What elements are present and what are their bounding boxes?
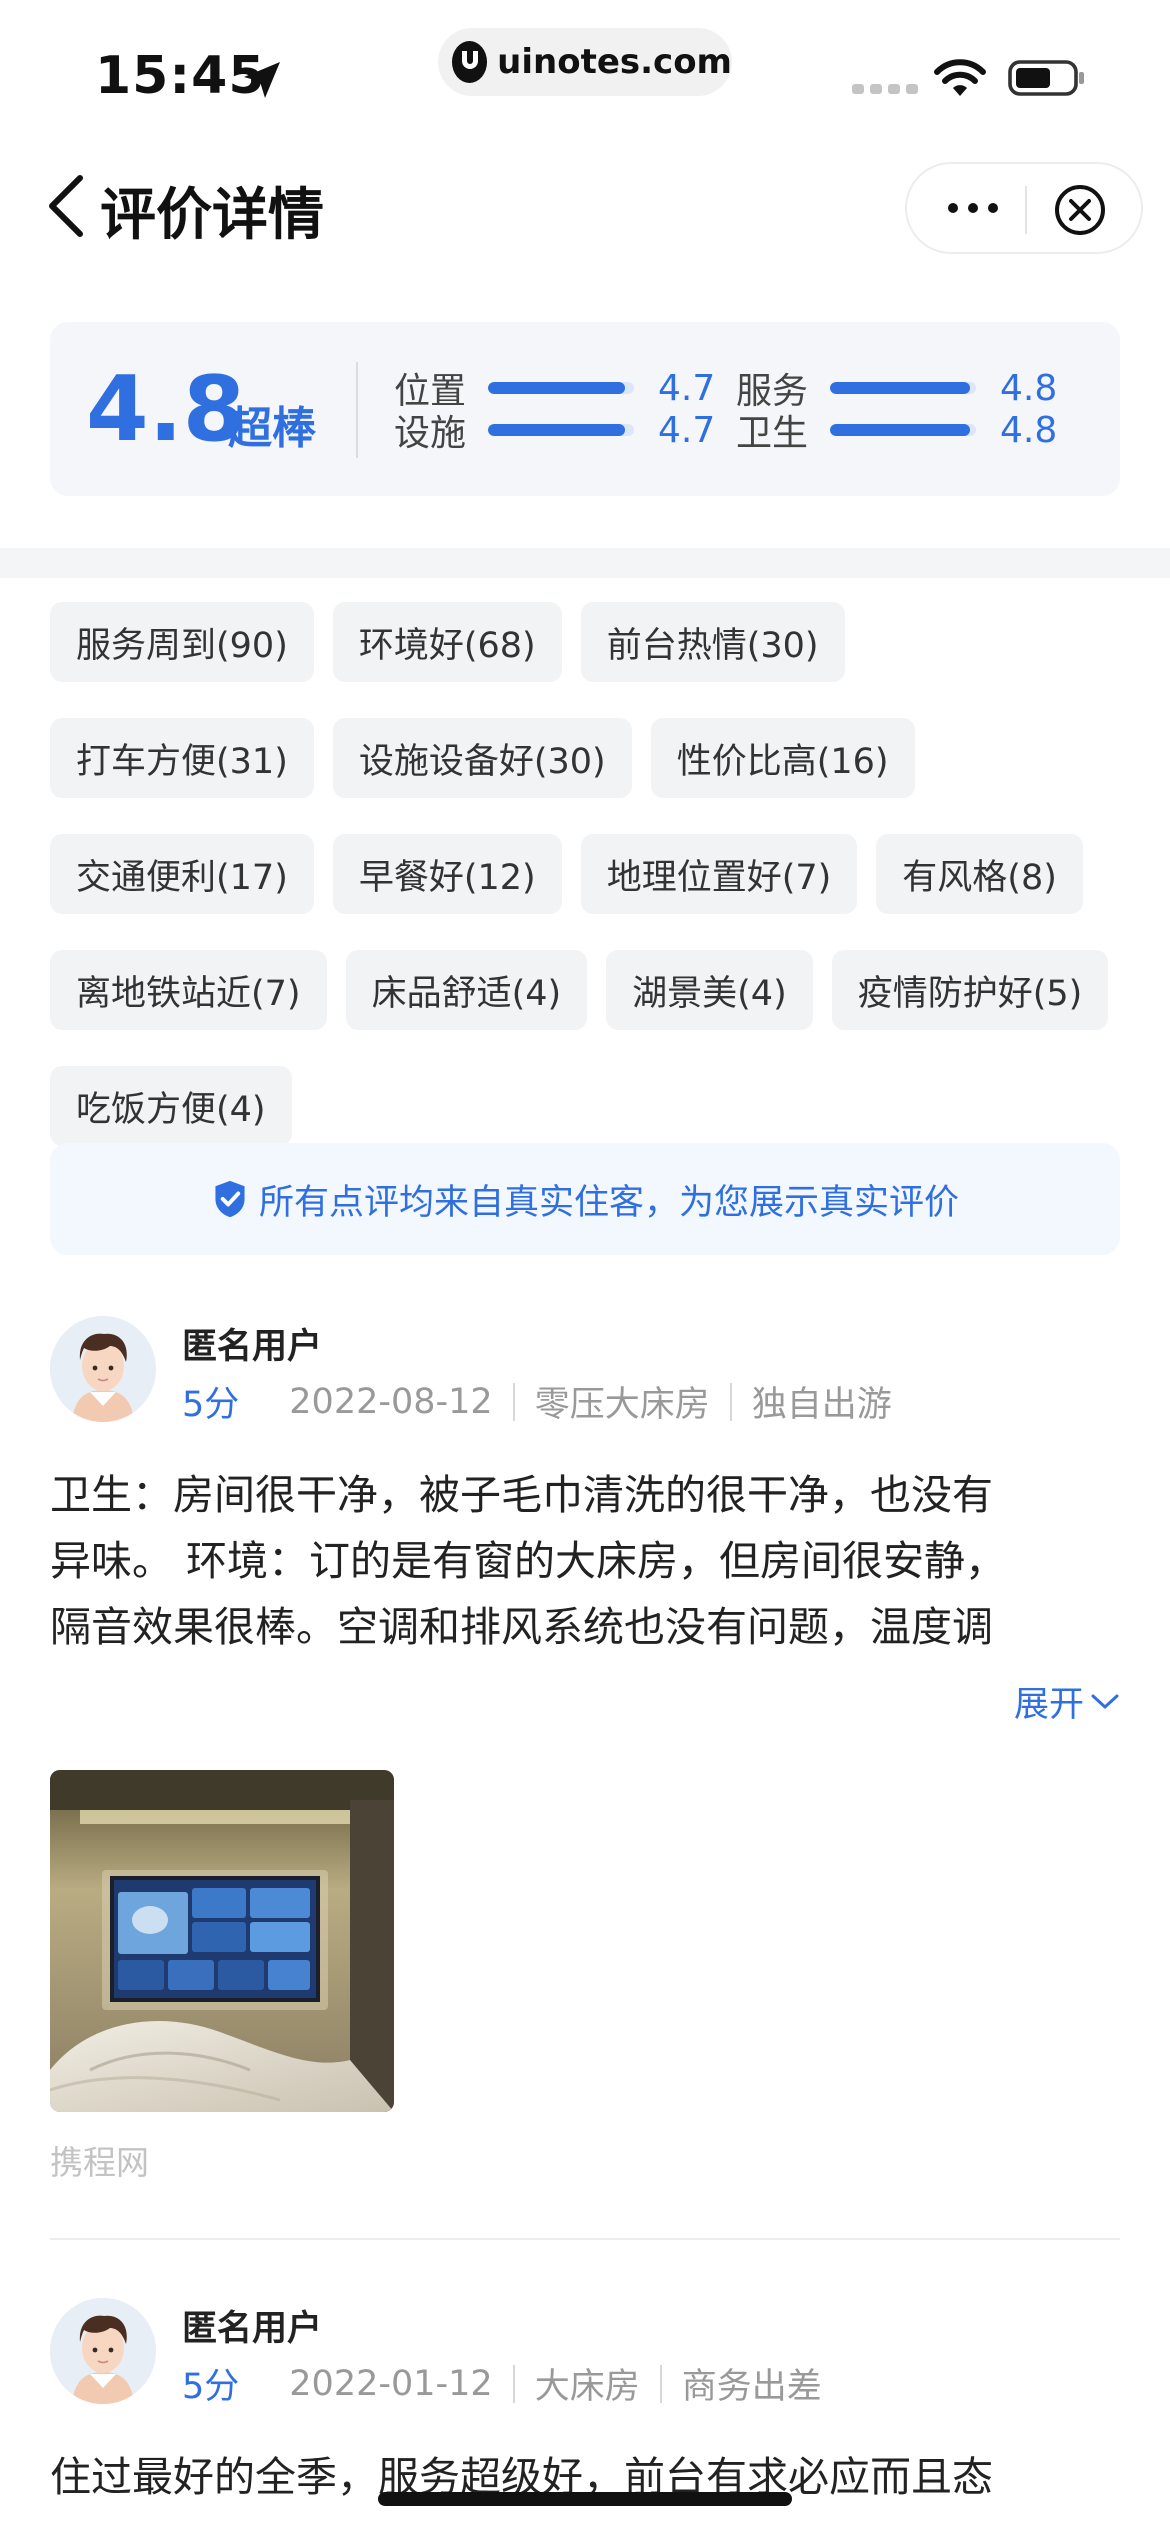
review-tag[interactable]: 湖景美(4) xyxy=(606,950,813,1030)
review-text-line: 异味。 环境：订的是有窗的大床房，但房间很安静， xyxy=(50,1537,1007,1585)
avatar[interactable] xyxy=(50,2298,156,2404)
avatar[interactable] xyxy=(50,1316,156,1422)
rating-summary-card: 4.8 超棒 位置 4.7 服务 4.8 设施 4.7 卫生 4.8 xyxy=(50,322,1120,496)
review-meta: 5分 2022-08-12 零压大床房 独自出游 xyxy=(182,1376,892,1427)
review-text-line: 隔音效果很棒。空调和排风系统也没有问题，温度调 xyxy=(50,1603,993,1651)
overall-score: 4.8 xyxy=(86,357,246,462)
subscore-location: 位置 4.7 xyxy=(394,367,716,413)
more-icon[interactable] xyxy=(943,192,1003,224)
subscore-value: 4.7 xyxy=(658,367,716,409)
review-date: 2022-08-12 xyxy=(289,1381,493,1422)
subscore-hygiene: 卫生 4.8 xyxy=(736,409,1058,455)
rating-divider xyxy=(356,362,358,458)
site-logo-icon xyxy=(452,41,488,83)
room-type: 零压大床房 xyxy=(534,1385,710,1425)
subscore-bar xyxy=(488,382,634,394)
review-tag[interactable]: 服务周到(90) xyxy=(50,602,314,682)
review-tag-list: 服务周到(90) 环境好(68) 前台热情(30) 打车方便(31) 设施设备好… xyxy=(50,602,1130,1146)
mini-program-capsule xyxy=(905,162,1143,254)
authentic-review-notice: 所有点评均来自真实住客，为您展示真实评价 xyxy=(50,1143,1120,1255)
review-photo[interactable] xyxy=(50,1770,394,2112)
review-date: 2022-01-12 xyxy=(289,2363,493,2404)
battery-icon xyxy=(1008,60,1084,96)
meta-divider xyxy=(512,1382,515,1421)
reviewer-name: 匿名用户 xyxy=(182,2309,323,2349)
review-tag[interactable]: 交通便利(17) xyxy=(50,834,314,914)
subscore-value: 4.7 xyxy=(658,409,716,451)
close-circle-icon[interactable] xyxy=(1052,182,1108,238)
reviewer-name: 匿名用户 xyxy=(182,1327,323,1367)
review-tag[interactable]: 设施设备好(30) xyxy=(332,718,632,798)
review-card: 匿名用户 5分 2022-08-12 零压大床房 独自出游 卫生：房间很干净，被… xyxy=(50,1316,1120,2196)
avatar-illustration-icon xyxy=(50,1316,156,1422)
avatar-illustration-icon xyxy=(50,2298,156,2404)
home-indicator[interactable] xyxy=(378,2492,792,2506)
location-arrow-icon xyxy=(244,62,280,98)
subscore-label: 设施 xyxy=(394,413,467,454)
subscore-facilities: 设施 4.7 xyxy=(394,409,716,455)
subscore-label: 卫生 xyxy=(736,413,809,454)
review-divider xyxy=(50,2238,1120,2240)
review-tag[interactable]: 性价比高(16) xyxy=(650,718,915,798)
review-tag[interactable]: 有风格(8) xyxy=(876,834,1083,914)
subscore-bar xyxy=(830,382,976,394)
subscore-service: 服务 4.8 xyxy=(736,367,1058,413)
wifi-icon xyxy=(934,59,986,96)
review-tag[interactable]: 早餐好(12) xyxy=(332,834,562,914)
trip-type: 商务出差 xyxy=(681,2367,822,2407)
subscore-value: 4.8 xyxy=(1000,409,1058,451)
hotel-room-photo xyxy=(50,1770,394,2112)
url-text: uinotes.com xyxy=(497,42,732,82)
review-tag[interactable]: 床品舒适(4) xyxy=(345,950,588,1030)
review-tag[interactable]: 吃饭方便(4) xyxy=(50,1066,292,1146)
shield-check-icon xyxy=(215,1180,245,1218)
review-source: 携程网 xyxy=(50,2143,149,2182)
status-bar: 15:45 uinotes.com xyxy=(0,0,1170,140)
review-tag[interactable]: 离地铁站近(7) xyxy=(50,950,327,1030)
page-title: 评价详情 xyxy=(100,183,324,248)
signal-icon xyxy=(852,84,918,94)
subscore-bar xyxy=(830,424,976,436)
subscore-bar xyxy=(488,424,634,436)
review-tag[interactable]: 前台热情(30) xyxy=(580,602,845,682)
meta-divider xyxy=(729,1382,732,1421)
review-tag[interactable]: 打车方便(31) xyxy=(50,718,314,798)
expand-button[interactable]: 展开 xyxy=(1014,1676,1120,1727)
review-text: 卫生：房间很干净，被子毛巾清洗的很干净，也没有 异味。 环境：订的是有窗的大床房… xyxy=(50,1462,1120,1660)
chevron-left-icon[interactable] xyxy=(44,174,88,238)
review-tag[interactable]: 疫情防护好(5) xyxy=(831,950,1109,1030)
review-score: 5分 xyxy=(182,1385,240,1425)
notice-text: 所有点评均来自真实住客，为您展示真实评价 xyxy=(258,1182,959,1223)
meta-divider xyxy=(659,2364,662,2403)
review-meta: 5分 2022-01-12 大床房 商务出差 xyxy=(182,2358,822,2409)
score-label: 超棒 xyxy=(228,403,316,454)
subscore-value: 4.8 xyxy=(1000,367,1058,409)
capsule-divider xyxy=(1025,186,1027,234)
review-text-line: 卫生：房间很干净，被子毛巾清洗的很干净，也没有 xyxy=(50,1471,993,1519)
review-tag[interactable]: 地理位置好(7) xyxy=(580,834,858,914)
review-tag[interactable]: 环境好(68) xyxy=(332,602,562,682)
trip-type: 独自出游 xyxy=(751,1385,892,1425)
section-separator xyxy=(0,548,1170,578)
expand-label: 展开 xyxy=(1013,1685,1084,1725)
url-pill[interactable]: uinotes.com xyxy=(438,28,732,96)
meta-divider xyxy=(512,2364,515,2403)
review-score: 5分 xyxy=(182,2367,240,2407)
chevron-down-icon xyxy=(1091,1694,1119,1708)
room-type: 大床房 xyxy=(534,2367,640,2407)
